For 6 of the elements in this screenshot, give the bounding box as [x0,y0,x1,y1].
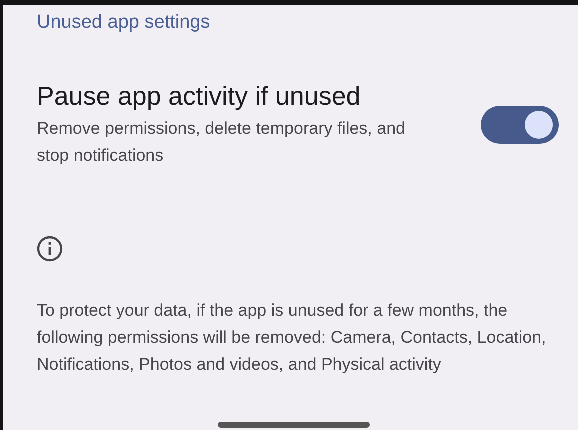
info-text: To protect your data, if the app is unused for a few months, the following permissions will be removed: Camera, Contacts, Location, Notifications, Photos and videos, and Physical activity [37,300,548,376]
toggle-switch[interactable] [481,106,559,144]
section-header: Unused app settings [37,11,212,35]
info-icon [37,236,63,262]
setting-title: Pause app activity if unused [37,80,362,112]
setting-summary: Remove permissions, delete temporary files, and stop notifications [37,118,406,167]
